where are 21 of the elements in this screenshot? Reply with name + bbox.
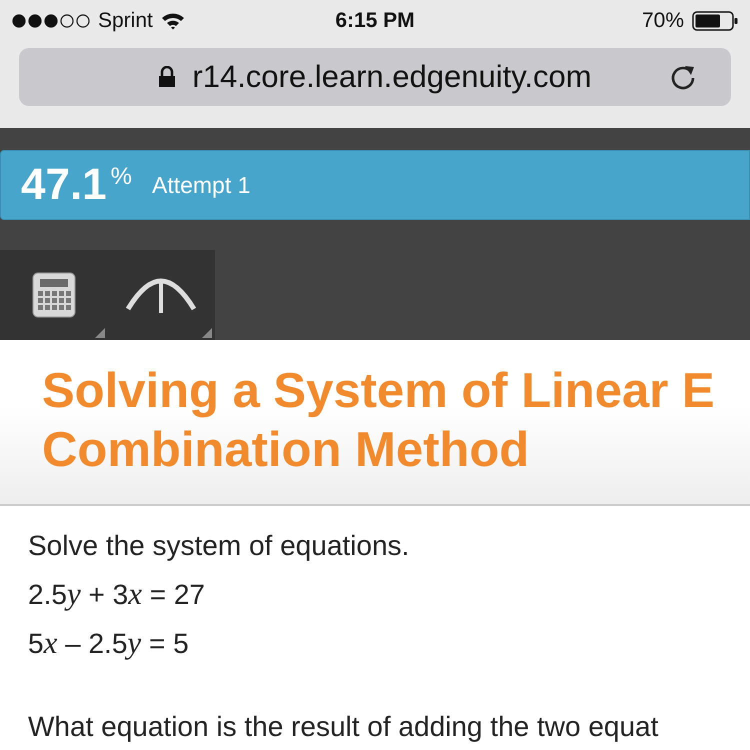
score-value: 47.1 xyxy=(21,160,107,210)
clock-time: 6:15 PM xyxy=(335,9,415,33)
url-text: r14.core.learn.edgenuity.com xyxy=(192,59,592,95)
battery-percent: 70% xyxy=(642,9,684,33)
question-text: Solve the system of equations. xyxy=(28,529,410,563)
calculator-icon xyxy=(32,272,76,318)
carrier-name: Sprint xyxy=(98,9,153,33)
percent-sign: % xyxy=(110,163,132,191)
reload-icon[interactable] xyxy=(669,63,697,91)
question-text: 2.5y + 3x = 27 xyxy=(28,575,206,613)
address-bar[interactable]: r14.core.learn.edgenuity.com xyxy=(19,48,731,106)
dropdown-corner-icon xyxy=(95,328,105,338)
lesson-title: Solving a System of Linear E xyxy=(42,363,716,420)
question-prompt: What equation is the result of adding the two equat xyxy=(28,710,660,744)
question-text: 5x – 2.5y = 5 xyxy=(28,624,190,662)
signal-icon xyxy=(12,14,90,28)
attempt-label: Attempt 1 xyxy=(152,172,250,198)
dropdown-corner-icon xyxy=(202,328,212,338)
lock-icon xyxy=(158,66,176,88)
wifi-icon xyxy=(160,12,185,30)
lesson-title: Combination Method xyxy=(42,422,530,479)
